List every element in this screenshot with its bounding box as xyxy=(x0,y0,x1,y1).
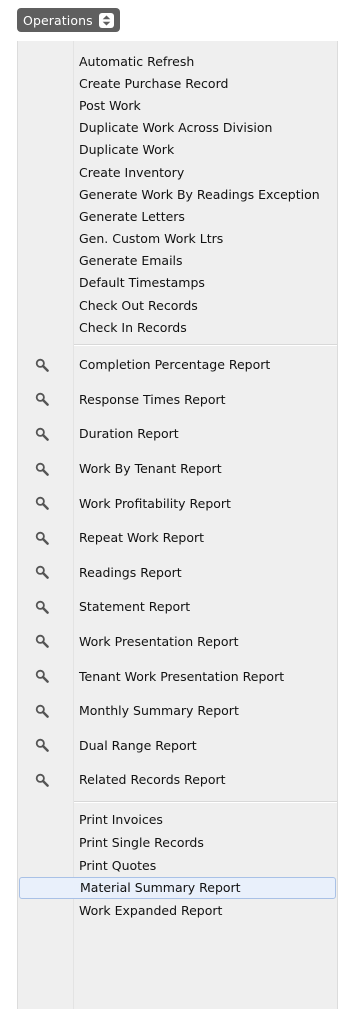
menu-item-default-timestamps[interactable]: Default Timestamps xyxy=(18,272,337,294)
menu-item-label: Work By Tenant Report xyxy=(79,461,222,477)
menu-item-label: Generate Emails xyxy=(79,253,183,269)
menu-item-label: Default Timestamps xyxy=(79,275,205,291)
menu-item-work-presentation-report[interactable]: Work Presentation Report xyxy=(18,624,337,659)
search-icon xyxy=(35,392,49,407)
menu-item-check-in-records[interactable]: Check In Records xyxy=(18,316,337,338)
operations-dropdown-button[interactable]: Operations xyxy=(17,8,120,32)
menu-item-dual-range-report[interactable]: Dual Range Report xyxy=(18,728,337,763)
menu-item-label: Post Work xyxy=(79,97,141,113)
menu-item-duplicate-work[interactable]: Duplicate Work xyxy=(18,139,337,161)
menu-item-label: Monthly Summary Report xyxy=(79,703,239,719)
menu-item-label: Related Records Report xyxy=(79,772,226,788)
menu-item-label: Print Quotes xyxy=(79,857,157,873)
menu-item-label: Dual Range Report xyxy=(79,737,197,753)
menu-item-label: Duplicate Work Across Division xyxy=(79,120,273,136)
menu-item-label: Work Presentation Report xyxy=(79,633,239,649)
menu-item-label: Work Expanded Report xyxy=(79,903,223,919)
menu-item-statement-report[interactable]: Statement Report xyxy=(18,590,337,625)
search-icon xyxy=(35,704,49,718)
menu-item-label: Gen. Custom Work Ltrs xyxy=(79,231,224,247)
menu-item-label: Completion Percentage Report xyxy=(79,357,271,373)
menu-item-work-profitability-report[interactable]: Work Profitability Report xyxy=(18,486,337,521)
menu-item-label: Create Purchase Record xyxy=(79,75,229,91)
menu-item-label: Work Profitability Report xyxy=(79,495,231,511)
menu-item-label: Repeat Work Report xyxy=(79,530,205,546)
search-icon xyxy=(35,427,49,441)
menu-item-label: Response Times Report xyxy=(79,391,226,407)
operations-button-label: Operations xyxy=(23,12,93,28)
menu-item-print-invoices[interactable]: Print Invoices xyxy=(18,808,337,831)
search-icon xyxy=(35,462,49,476)
search-icon xyxy=(35,496,49,510)
operations-menu: Automatic Refresh Create Purchase Record… xyxy=(17,41,338,1009)
menu-item-label: Duplicate Work xyxy=(79,142,175,158)
up-down-arrows-icon xyxy=(98,12,114,28)
menu-item-label: Create Inventory xyxy=(79,164,185,180)
menu-item-label: Material Summary Report xyxy=(80,880,241,896)
menu-item-completion-percentage-report[interactable]: Completion Percentage Report xyxy=(18,347,337,382)
menu-item-label: Check Out Records xyxy=(79,297,198,313)
menu-item-print-quotes[interactable]: Print Quotes xyxy=(18,854,337,877)
menu-item-tenant-work-presentation-report[interactable]: Tenant Work Presentation Report xyxy=(18,659,337,694)
menu-item-label: Automatic Refresh xyxy=(79,53,195,69)
menu-item-label: Print Invoices xyxy=(79,812,163,828)
menu-item-work-by-tenant-report[interactable]: Work By Tenant Report xyxy=(18,451,337,486)
menu-item-label: Tenant Work Presentation Report xyxy=(79,668,285,684)
menu-item-label: Readings Report xyxy=(79,564,182,580)
menu-item-generate-emails[interactable]: Generate Emails xyxy=(18,250,337,272)
menu-item-duplicate-work-across-division[interactable]: Duplicate Work Across Division xyxy=(18,117,337,139)
menu-item-post-work[interactable]: Post Work xyxy=(18,94,337,116)
menu-item-label: Generate Work By Readings Exception xyxy=(79,186,320,202)
search-icon xyxy=(35,773,49,787)
search-icon xyxy=(35,600,49,614)
search-icon xyxy=(35,738,49,753)
menu-section-actions: Automatic Refresh Create Purchase Record… xyxy=(18,41,337,344)
search-icon xyxy=(35,669,49,683)
menu-item-work-expanded-report[interactable]: Work Expanded Report xyxy=(18,899,337,922)
menu-item-monthly-summary-report[interactable]: Monthly Summary Report xyxy=(18,693,337,728)
menu-item-label: Check In Records xyxy=(79,319,187,335)
menu-item-label: Duration Report xyxy=(79,426,179,442)
menu-item-gen-custom-work-ltrs[interactable]: Gen. Custom Work Ltrs xyxy=(18,228,337,250)
menu-item-generate-letters[interactable]: Generate Letters xyxy=(18,205,337,227)
menu-item-label: Print Single Records xyxy=(79,834,204,850)
menu-section-print: Print Invoices Print Single Records Prin… xyxy=(18,802,337,922)
search-icon xyxy=(35,565,49,580)
search-icon xyxy=(35,358,49,372)
menu-section-reports: Completion Percentage Report Response Ti… xyxy=(18,345,337,801)
menu-item-create-inventory[interactable]: Create Inventory xyxy=(18,161,337,183)
menu-item-label: Statement Report xyxy=(79,599,191,615)
screen: Operations Automatic Refresh Create Purc… xyxy=(0,0,339,1009)
menu-item-repeat-work-report[interactable]: Repeat Work Report xyxy=(18,520,337,555)
search-icon xyxy=(35,634,49,649)
menu-item-generate-work-by-readings-exception[interactable]: Generate Work By Readings Exception xyxy=(18,183,337,205)
menu-item-label: Generate Letters xyxy=(79,208,185,224)
menu-item-print-single-records[interactable]: Print Single Records xyxy=(18,831,337,854)
menu-item-readings-report[interactable]: Readings Report xyxy=(18,555,337,590)
search-icon xyxy=(35,531,49,545)
menu-item-related-records-report[interactable]: Related Records Report xyxy=(18,763,337,798)
menu-item-automatic-refresh[interactable]: Automatic Refresh xyxy=(18,50,337,72)
menu-item-duration-report[interactable]: Duration Report xyxy=(18,417,337,452)
menu-item-material-summary-report[interactable]: Material Summary Report xyxy=(19,876,336,900)
menu-item-response-times-report[interactable]: Response Times Report xyxy=(18,382,337,417)
menu-item-check-out-records[interactable]: Check Out Records xyxy=(18,294,337,316)
menu-item-create-purchase-record[interactable]: Create Purchase Record xyxy=(18,72,337,94)
